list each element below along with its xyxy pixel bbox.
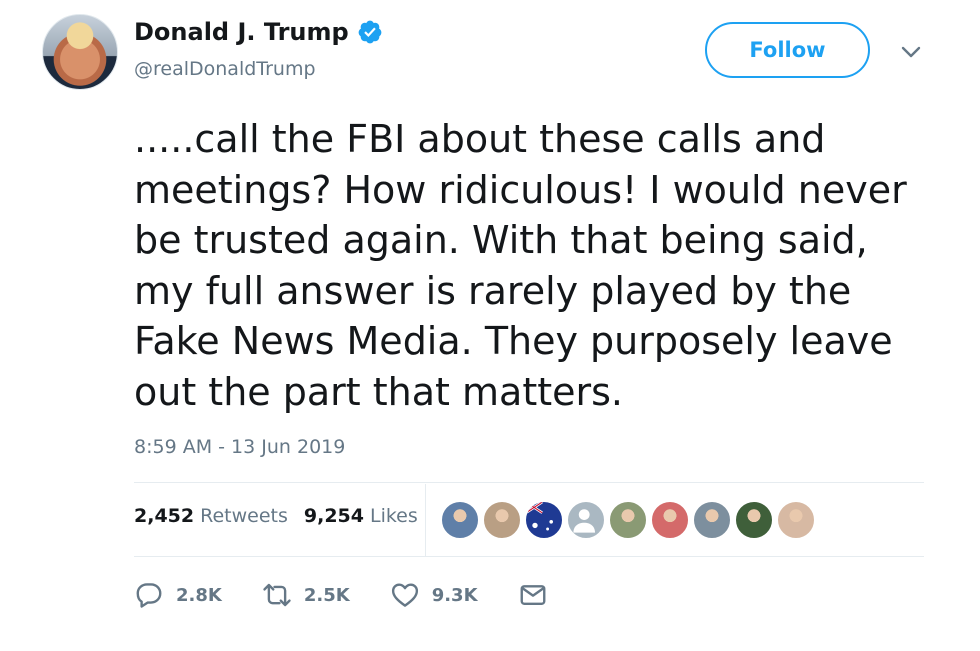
reply-icon (136, 583, 162, 608)
retweet-count: 2.5K (303, 584, 350, 606)
likes-stat[interactable]: 9,254 Likes (304, 505, 418, 527)
liker-avatar-4-default[interactable] (566, 500, 606, 540)
tweet-timestamp[interactable]: 8:59 AM - 13 Jun 2019 (134, 436, 345, 458)
retweet-icon (263, 583, 291, 607)
retweets-label: Retweets (200, 505, 288, 527)
tweet-text: .....call the FBI about these calls and … (134, 117, 907, 414)
tweet-card: Donald J. Trump @realDonaldTrump Follow … (0, 0, 980, 651)
reply-count: 2.8K (176, 584, 222, 606)
retweets-count: 2,452 (134, 505, 195, 527)
engagement-stats: 2,452 Retweets 9,254 Likes (134, 505, 418, 527)
likes-count: 9,254 (303, 505, 364, 527)
author-handle[interactable]: @realDonaldTrump (134, 58, 316, 80)
retweets-stat[interactable]: 2,452 Retweets (134, 505, 288, 527)
liker-avatar-2[interactable] (482, 500, 522, 540)
author-name-row: Donald J. Trump (134, 18, 383, 46)
direct-message-button[interactable] (518, 580, 548, 610)
liker-avatar-9[interactable] (776, 500, 816, 540)
liker-avatar-3-flag[interactable] (524, 500, 564, 540)
follow-button[interactable]: Follow (705, 22, 870, 78)
liker-avatar-8[interactable] (734, 500, 774, 540)
tweet-actions: 2.8K 2.5K 9.3K (134, 580, 588, 610)
author-avatar[interactable] (42, 14, 118, 90)
divider-top (134, 482, 924, 483)
divider-bottom (134, 556, 924, 557)
likes-label: Likes (369, 505, 418, 527)
liker-avatars (440, 500, 818, 540)
liker-avatar-7[interactable] (692, 500, 732, 540)
like-button[interactable]: 9.3K (390, 580, 478, 610)
reply-button[interactable]: 2.8K (134, 580, 222, 610)
heart-icon (391, 583, 418, 607)
liker-avatar-1[interactable] (440, 500, 480, 540)
chevron-down-icon[interactable] (898, 40, 924, 64)
verified-badge-icon (357, 19, 383, 45)
author-display-name[interactable]: Donald J. Trump (134, 18, 349, 46)
retweet-button[interactable]: 2.5K (262, 580, 350, 610)
envelope-icon (520, 585, 545, 605)
liker-avatar-5[interactable] (608, 500, 648, 540)
like-count: 9.3K (431, 584, 478, 606)
liker-avatar-6[interactable] (650, 500, 690, 540)
stats-separator (425, 484, 426, 556)
